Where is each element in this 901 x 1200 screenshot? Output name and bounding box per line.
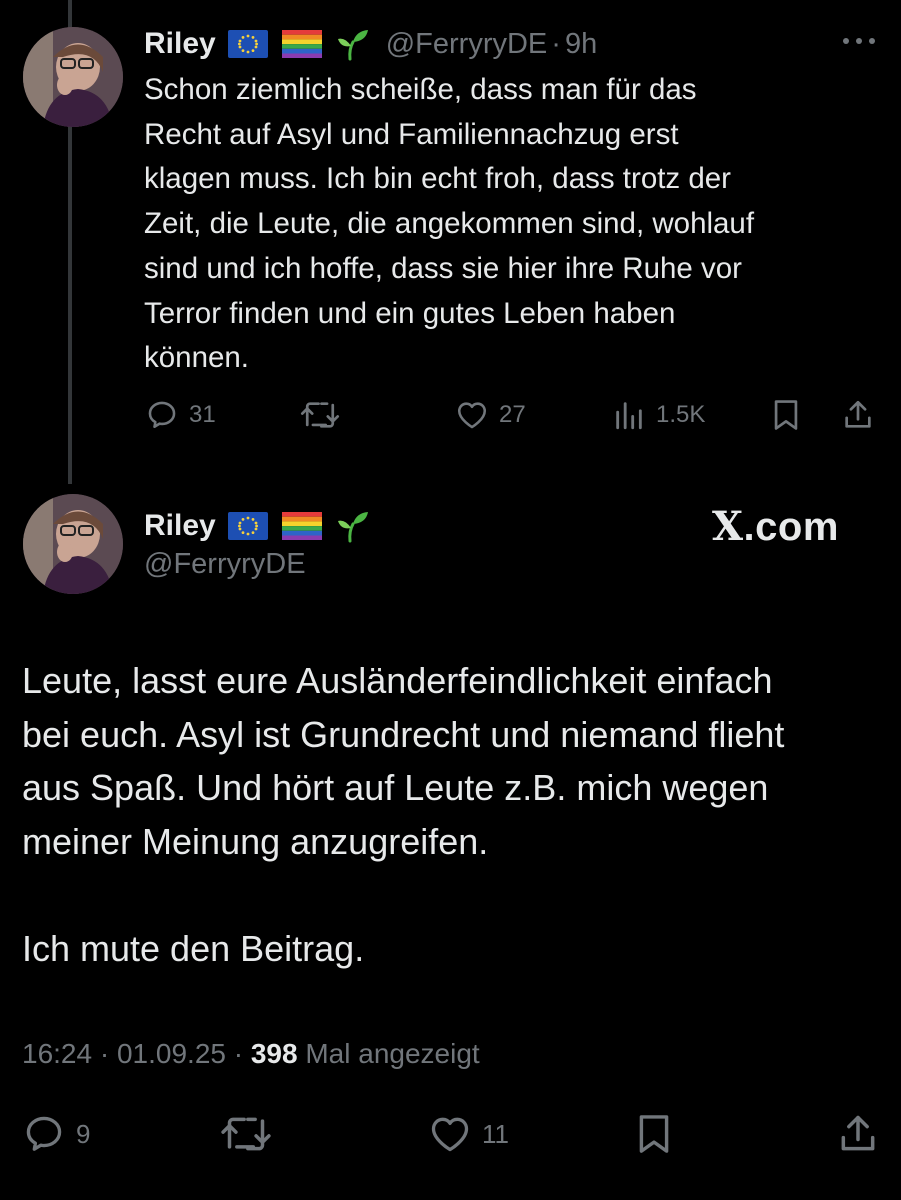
tweet2-text: Leute, lasst eure Ausländerfeindlichkeit… bbox=[22, 654, 892, 975]
view-count: 398 bbox=[250, 1038, 298, 1069]
tweet1-text: Schon ziemlich scheiße, dass man für das… bbox=[144, 68, 884, 381]
reply-button[interactable]: 31 bbox=[145, 398, 216, 432]
reply-button[interactable]: 9 bbox=[22, 1112, 90, 1156]
text-line: klagen muss. Ich bin echt froh, dass tro… bbox=[144, 162, 732, 196]
more-icon[interactable] bbox=[841, 33, 877, 49]
view-count: 1.5K bbox=[656, 401, 706, 428]
bookmark-icon[interactable] bbox=[636, 1112, 672, 1156]
like-icon bbox=[431, 1117, 469, 1152]
text-line: können. bbox=[144, 341, 249, 375]
seedling-icon bbox=[337, 30, 368, 61]
like-count: 11 bbox=[482, 1118, 509, 1149]
separator-dot: · bbox=[99, 1038, 110, 1069]
repost-icon bbox=[300, 402, 340, 428]
repost-button[interactable] bbox=[220, 1112, 272, 1156]
text-line: Terror finden und ein gutes Leben haben bbox=[144, 296, 676, 330]
tweet2-action-bar: 9 11 bbox=[0, 1112, 901, 1156]
avatar[interactable] bbox=[23, 494, 123, 594]
text-line: Schon ziemlich scheiße, dass man für das bbox=[144, 73, 697, 106]
avatar-image bbox=[23, 494, 123, 594]
timestamp[interactable]: 9h bbox=[565, 28, 597, 61]
text-line: sind und ich hoffe, dass sie hier ihre R… bbox=[144, 251, 742, 285]
tweet2-meta: 16:24 · 01.09.25 · 398 Mal angezeigt bbox=[22, 1038, 480, 1070]
bookmark-icon[interactable] bbox=[771, 398, 801, 432]
eu-flag-icon bbox=[227, 30, 268, 58]
reply-count: 31 bbox=[189, 401, 216, 428]
views-button[interactable]: 1.5K bbox=[612, 398, 705, 432]
avatar-image bbox=[23, 27, 123, 127]
like-icon bbox=[457, 402, 487, 429]
rainbow-flag-icon bbox=[281, 512, 322, 540]
view-label: Mal angezeigt bbox=[305, 1038, 480, 1069]
text-line: meiner Meinung anzugreifen. bbox=[22, 820, 489, 862]
reply-icon bbox=[148, 401, 176, 429]
text-line: bei euch. Asyl ist Grundrecht und nieman… bbox=[22, 713, 785, 755]
author-handle[interactable]: @FerryryDE bbox=[386, 28, 548, 61]
views-icon bbox=[616, 402, 642, 430]
tweet1-header: Riley @FerryryDE · 9h bbox=[144, 22, 597, 66]
tweet2-header: Riley bbox=[144, 504, 370, 548]
repost-button[interactable] bbox=[300, 398, 340, 432]
share-icon[interactable] bbox=[841, 398, 875, 432]
author-name[interactable]: Riley bbox=[144, 509, 216, 543]
reply-icon bbox=[26, 1116, 62, 1151]
separator-dot: · bbox=[551, 27, 561, 60]
share-icon[interactable] bbox=[836, 1112, 880, 1156]
like-button[interactable]: 11 bbox=[428, 1112, 509, 1156]
post-time[interactable]: 16:24 bbox=[22, 1038, 92, 1069]
like-button[interactable]: 27 bbox=[455, 398, 526, 432]
rainbow-flag-icon bbox=[281, 30, 322, 58]
text-line: Recht auf Asyl und Familiennachzug erst bbox=[144, 117, 679, 151]
eu-flag-icon bbox=[227, 512, 268, 540]
reply-count: 9 bbox=[76, 1118, 91, 1149]
xcom-watermark: X.com bbox=[712, 503, 839, 550]
separator-dot: · bbox=[233, 1038, 244, 1069]
x-logo-letter: X bbox=[712, 503, 744, 550]
text-line: aus Spaß. Und hört auf Leute z.B. mich w… bbox=[22, 767, 769, 808]
text-line: Leute, lasst eure Ausländerfeindlichkeit… bbox=[22, 660, 773, 701]
text-line: Zeit, die Leute, die angekommen sind, wo… bbox=[144, 207, 755, 241]
avatar[interactable] bbox=[23, 27, 123, 127]
post-date[interactable]: 01.09.25 bbox=[117, 1038, 226, 1069]
text-line: Ich mute den Beitrag. bbox=[22, 927, 365, 969]
xcom-suffix: .com bbox=[743, 505, 839, 549]
seedling-icon bbox=[337, 512, 368, 543]
repost-icon bbox=[221, 1117, 271, 1151]
author-name[interactable]: Riley bbox=[144, 27, 216, 61]
tweet1-action-bar: 31 27 1.5K bbox=[0, 396, 901, 436]
author-handle[interactable]: @FerryryDE bbox=[144, 548, 306, 581]
like-count: 27 bbox=[499, 401, 526, 428]
